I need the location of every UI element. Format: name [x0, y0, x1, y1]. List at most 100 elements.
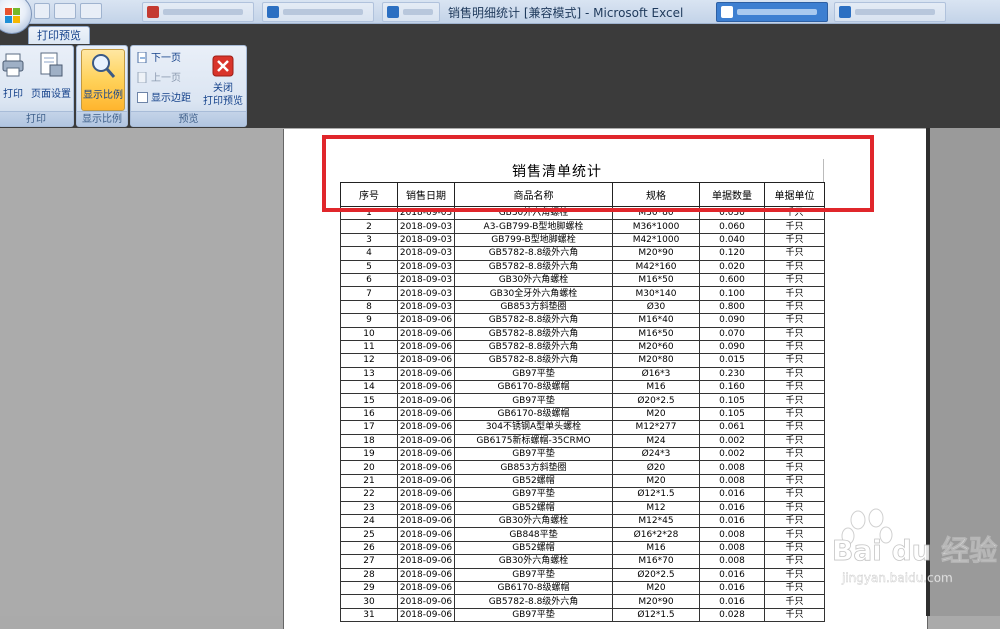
- cell-date: 2018-09-06: [397, 313, 455, 328]
- print-group: 打印 页面设置 打印: [0, 45, 74, 127]
- cell-spec: Ø16*2*28: [612, 527, 700, 542]
- cell-no: 15: [340, 393, 398, 408]
- close-icon: [212, 55, 234, 77]
- table-row: 30 2018-09-06 GB5782-8.8级外六角 M20*90 0.016 千只: [340, 594, 825, 609]
- table-row: 31 2018-09-06 GB97平垫 Ø12*1.5 0.028 千只: [340, 607, 825, 623]
- print-label: 打印: [3, 89, 23, 100]
- table-row: 19 2018-09-06 GB97平垫 Ø24*3 0.002 千只: [340, 447, 825, 462]
- cell-no: 16: [340, 406, 398, 422]
- cell-date: 2018-09-06: [397, 473, 455, 489]
- zoom-group: 显示比例 显示比例: [76, 45, 128, 127]
- cell-unit: 千只: [764, 540, 825, 556]
- cell-unit: 千只: [764, 420, 825, 435]
- redo-icon[interactable]: [80, 3, 102, 19]
- tab-print-preview[interactable]: 打印预览: [28, 26, 90, 44]
- cell-date: 2018-09-06: [397, 594, 455, 609]
- title-bar: 销售明细统计 [兼容模式] - Microsoft Excel: [0, 0, 1000, 34]
- cell-product: GB853方斜垫圈: [454, 299, 613, 315]
- table-row: 29 2018-09-06 GB6170-8级螺帽 M20 0.016 千只: [340, 580, 825, 596]
- prev-page-icon: [137, 72, 147, 83]
- taskbar-window-1[interactable]: [142, 2, 254, 22]
- cell-no: 13: [340, 366, 398, 382]
- taskbar-window-5[interactable]: [834, 2, 946, 22]
- watermark-brand: Bai du 经验: [832, 534, 997, 567]
- page-setup-button[interactable]: 页面设置: [29, 49, 73, 111]
- cell-qty: 0.016: [699, 487, 765, 502]
- prev-page-button[interactable]: 上一页: [137, 70, 181, 88]
- cell-unit: 千只: [764, 594, 825, 609]
- next-page-button[interactable]: 下一页: [137, 50, 181, 68]
- cell-unit: 千只: [764, 580, 825, 596]
- cell-qty: 0.028: [699, 607, 765, 623]
- taskbar-window-3[interactable]: [382, 2, 440, 22]
- cell-spec: Ø12*1.5: [612, 487, 700, 502]
- cell-product: A3-GB799-B型地脚螺栓: [454, 219, 613, 234]
- show-margins-label: 显示边距: [151, 93, 191, 104]
- cell-spec: Ø20*2.5: [612, 567, 700, 582]
- cell-unit: 千只: [764, 366, 825, 382]
- close-print-preview-button[interactable]: 关闭 打印预览: [201, 49, 245, 111]
- cell-qty: 0.105: [699, 393, 765, 408]
- cell-no: 28: [340, 567, 398, 582]
- table-row: 18 2018-09-06 GB6175新标螺帽-35CRMO M24 0.002 千只: [340, 433, 825, 449]
- cell-product: GB6170-8级螺帽: [454, 406, 613, 422]
- table-row: 14 2018-09-06 GB6170-8级螺帽 M16 0.160 千只: [340, 380, 825, 395]
- cell-no: 23: [340, 500, 398, 515]
- table-row: 15 2018-09-06 GB97平垫 Ø20*2.5 0.105 千只: [340, 393, 825, 408]
- cell-qty: 0.002: [699, 447, 765, 462]
- cell-no: 18: [340, 433, 398, 449]
- cell-date: 2018-09-06: [397, 500, 455, 515]
- cell-date: 2018-09-06: [397, 393, 455, 408]
- cell-date: 2018-09-06: [397, 540, 455, 556]
- cell-product: GB30全牙外六角螺栓: [454, 286, 613, 301]
- cell-product: GB52螺帽: [454, 540, 613, 556]
- cell-spec: M20: [612, 473, 700, 489]
- cell-qty: 0.105: [699, 406, 765, 422]
- cell-qty: 0.061: [699, 420, 765, 435]
- office-logo-icon: [5, 8, 21, 24]
- undo-icon[interactable]: [54, 3, 76, 19]
- zoom-label: 显示比例: [83, 90, 123, 101]
- cell-product: GB6170-8级螺帽: [454, 580, 613, 596]
- cell-no: 6: [340, 272, 398, 288]
- zoom-button[interactable]: 显示比例: [81, 49, 125, 111]
- cell-no: 22: [340, 487, 398, 502]
- cell-product: GB853方斜垫圈: [454, 460, 613, 475]
- baidu-jingyan-watermark: Bai du 经验 jingyan.baidu.com: [832, 508, 998, 585]
- cell-qty: 0.008: [699, 473, 765, 489]
- print-button[interactable]: 打印: [1, 49, 25, 111]
- show-margins-checkbox[interactable]: 显示边距: [137, 90, 191, 108]
- table-row: 27 2018-09-06 GB30外六角螺栓 M16*70 0.008 千只: [340, 554, 825, 569]
- cell-spec: M16*40: [612, 313, 700, 328]
- window-title: 销售明细统计 [兼容模式] - Microsoft Excel: [448, 6, 684, 20]
- cell-spec: M20*90: [612, 594, 700, 609]
- cell-date: 2018-09-06: [397, 607, 455, 623]
- cell-no: 8: [340, 299, 398, 315]
- cell-unit: 千只: [764, 513, 825, 529]
- cell-qty: 0.020: [699, 259, 765, 274]
- next-page-icon: [137, 52, 147, 63]
- cell-unit: 千只: [764, 393, 825, 408]
- cell-product: GB5782-8.8级外六角: [454, 594, 613, 609]
- cell-spec: M12: [612, 500, 700, 515]
- cell-product: GB97平垫: [454, 487, 613, 502]
- taskbar-window-active[interactable]: [716, 2, 828, 22]
- cell-date: 2018-09-06: [397, 487, 455, 502]
- cell-product: GB5782-8.8级外六角: [454, 339, 613, 355]
- cell-no: 4: [340, 246, 398, 261]
- cell-date: 2018-09-06: [397, 353, 455, 368]
- save-icon[interactable]: [34, 3, 50, 19]
- cell-unit: 千只: [764, 473, 825, 489]
- table-row: 3 2018-09-03 GB799-B型地脚螺栓 M42*1000 0.040 千只: [340, 232, 825, 248]
- cell-spec: M16*70: [612, 554, 700, 569]
- cell-qty: 0.230: [699, 366, 765, 382]
- cell-spec: Ø30: [612, 299, 700, 315]
- table-row: 9 2018-09-06 GB5782-8.8级外六角 M16*40 0.090 千只: [340, 313, 825, 328]
- taskbar-window-2[interactable]: [262, 2, 374, 22]
- cell-qty: 0.016: [699, 567, 765, 582]
- cell-no: 5: [340, 259, 398, 274]
- cell-qty: 0.008: [699, 554, 765, 569]
- cell-no: 7: [340, 286, 398, 301]
- table-row: 16 2018-09-06 GB6170-8级螺帽 M20 0.105 千只: [340, 406, 825, 422]
- qat-customize-icon[interactable]: [106, 3, 116, 19]
